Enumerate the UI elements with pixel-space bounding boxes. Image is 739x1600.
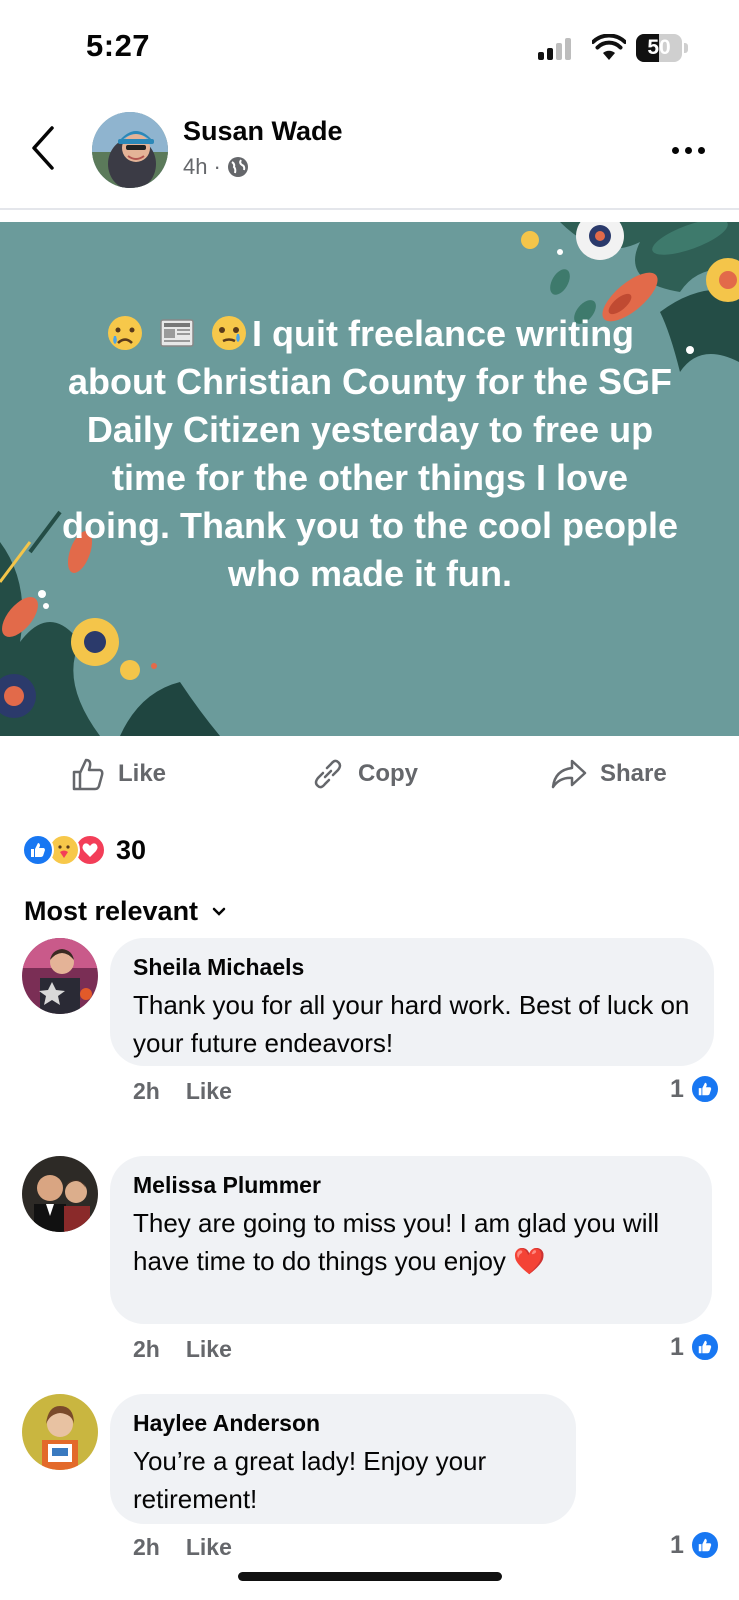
dot-icon (672, 146, 679, 154)
comment-reaction-count[interactable]: 1 (670, 1074, 720, 1104)
share-label: Share (600, 760, 667, 787)
like-reaction-icon (689, 1332, 720, 1362)
copy-label: Copy (358, 760, 418, 787)
meta-separator: · (213, 154, 221, 179)
more-options-button[interactable] (672, 138, 712, 162)
thumbs-up-icon (72, 758, 104, 791)
wifi-icon (592, 34, 626, 60)
share-button[interactable]: Share (550, 756, 667, 792)
commenter-avatar[interactable] (22, 1156, 98, 1232)
like-reaction-icon (689, 1530, 720, 1560)
comment-time: 2h (133, 1078, 160, 1104)
comment-bubble[interactable]: Melissa Plummer They are going to miss y… (110, 1156, 712, 1324)
post-meta: 4h · (183, 154, 249, 180)
comment-text: You’re a great lady! Enjoy your retireme… (133, 1446, 487, 1514)
post-time[interactable]: 4h (183, 154, 207, 180)
comment-text: Thank you for all your hard work. Best o… (133, 990, 690, 1058)
chevron-down-icon (212, 907, 226, 916)
newspaper-icon (160, 319, 194, 347)
comment-sort-dropdown[interactable]: Most relevant (24, 896, 226, 927)
comment-like-button[interactable]: Like (186, 1534, 232, 1561)
author-name[interactable]: Susan Wade (183, 116, 343, 147)
comment-meta: 2h Like (133, 1534, 232, 1561)
post-background-card[interactable]: I quit freelance writing about Christian… (0, 222, 739, 736)
comment-bubble[interactable]: Haylee Anderson You’re a great lady! Enj… (110, 1394, 576, 1524)
holding-back-tears-icon (211, 316, 246, 350)
comment-like-count: 1 (670, 1530, 684, 1559)
dot-icon (685, 146, 692, 154)
commenter-avatar[interactable] (22, 938, 98, 1014)
commenter-name[interactable]: Haylee Anderson (133, 1408, 554, 1438)
comment-time: 2h (133, 1534, 160, 1560)
globe-icon (227, 157, 248, 177)
comment-text: They are going to miss you! I am glad yo… (133, 1208, 660, 1276)
battery-level: 50 (647, 36, 671, 59)
crying-face-icon (107, 316, 142, 350)
comment-meta: 2h Like (133, 1078, 232, 1105)
comment-reaction-count[interactable]: 1 (670, 1332, 720, 1362)
sort-label: Most relevant (24, 896, 199, 926)
comment-like-count: 1 (670, 1074, 684, 1103)
comment-bubble[interactable]: Sheila Michaels Thank you for all your h… (110, 938, 714, 1066)
like-label: Like (118, 760, 167, 787)
post-text: I quit freelance writing about Christian… (60, 310, 680, 598)
like-reaction-icon (689, 1074, 720, 1104)
comment-reaction-count[interactable]: 1 (670, 1530, 720, 1560)
signal-icon (538, 36, 578, 60)
post-header: Susan Wade 4h · (0, 96, 739, 210)
post-text-body: I quit freelance writing about Christian… (62, 313, 678, 594)
reactions-summary[interactable]: 30 (22, 832, 146, 868)
back-button[interactable] (26, 124, 60, 172)
link-icon (314, 759, 342, 789)
comment-like-button[interactable]: Like (186, 1078, 232, 1105)
battery-icon: 50 (636, 34, 688, 62)
status-time: 5:27 (86, 28, 151, 63)
post-actions: Like Copy Share (0, 746, 739, 806)
comment-like-count: 1 (670, 1332, 684, 1361)
comment-meta: 2h Like (133, 1336, 232, 1363)
author-avatar[interactable] (92, 112, 168, 188)
comment-like-button[interactable]: Like (186, 1336, 232, 1363)
commenter-name[interactable]: Melissa Plummer (133, 1170, 690, 1200)
commenter-avatar[interactable] (22, 1394, 98, 1470)
commenter-name[interactable]: Sheila Michaels (133, 952, 692, 982)
dot-icon (698, 146, 705, 154)
like-button[interactable]: Like (70, 756, 166, 792)
status-bar: 5:27 50 (0, 0, 739, 96)
home-indicator[interactable] (238, 1572, 502, 1581)
reaction-count: 30 (116, 834, 147, 865)
share-arrow-icon (551, 759, 587, 789)
like-reaction-icon (22, 834, 54, 866)
copy-button[interactable]: Copy (310, 756, 418, 792)
comment-time: 2h (133, 1336, 160, 1362)
